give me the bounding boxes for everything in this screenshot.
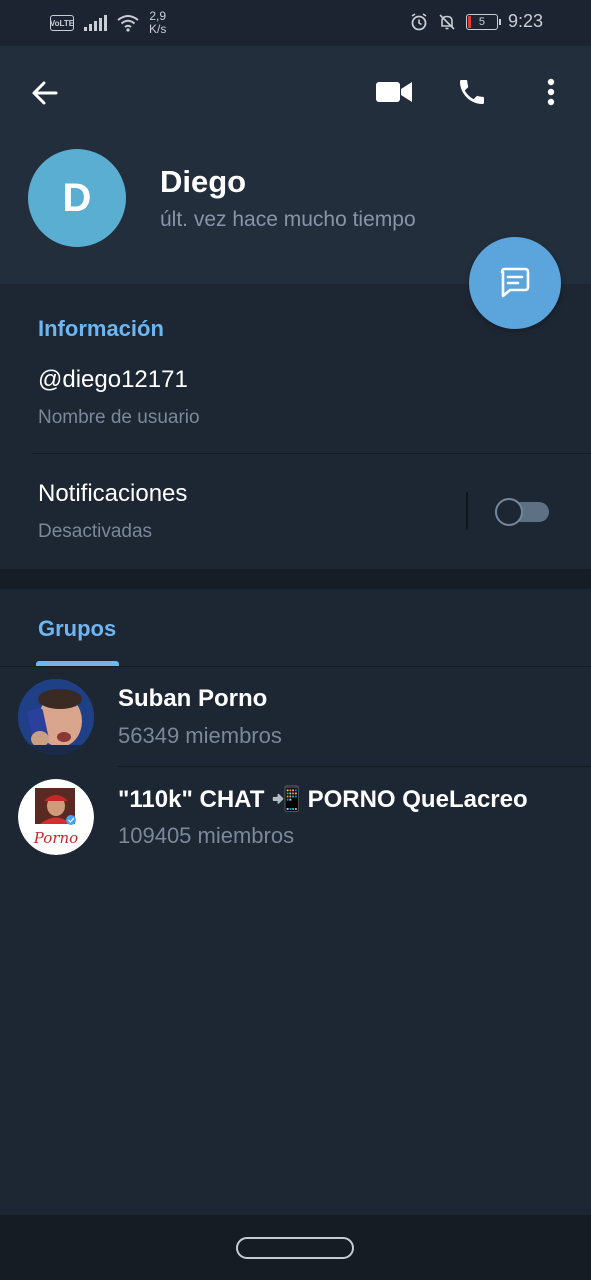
volte-icon: VoLTE xyxy=(50,15,74,31)
status-time: 9:23 xyxy=(507,11,543,31)
status-bar: VoLTE 2,9 K/s 5 9:23 xyxy=(0,0,591,46)
network-speed: 2,9 K/s xyxy=(149,9,167,36)
wifi-icon xyxy=(117,15,139,32)
message-icon xyxy=(500,267,530,298)
alarm-icon xyxy=(411,12,427,30)
notifications-toggle[interactable] xyxy=(495,498,551,526)
contact-name: Diego xyxy=(160,164,247,199)
signal-icon xyxy=(84,15,107,31)
group-name: "110k" CHAT 📲 PORNO QueLacreo xyxy=(118,786,528,813)
send-message-button[interactable] xyxy=(469,237,561,329)
voice-call-button[interactable] xyxy=(448,68,496,116)
group-members: 109405 miembros xyxy=(118,823,295,848)
group-avatar xyxy=(18,679,94,755)
video-call-button[interactable] xyxy=(370,68,418,116)
more-vertical-icon xyxy=(547,78,555,106)
username-value: @diego12171 xyxy=(38,366,188,393)
mute-bell-icon xyxy=(439,13,455,30)
back-button[interactable] xyxy=(21,69,69,117)
group-members: 56349 miembros xyxy=(118,723,282,748)
arrow-left-icon xyxy=(32,81,58,105)
avatar-letter: D xyxy=(62,175,92,220)
tab-groups[interactable]: Grupos xyxy=(38,616,116,642)
group-avatar: Porno xyxy=(18,779,94,855)
phone-icon xyxy=(460,80,484,104)
list-item[interactable]: Porno "110k" CHAT 📲 PORNO QueLacreo 1094… xyxy=(0,767,591,867)
username-label: Nombre de usuario xyxy=(38,407,200,428)
group-avatar-caption: Porno xyxy=(33,829,79,847)
last-seen-status: últ. vez hace mucho tiempo xyxy=(160,208,416,231)
info-section: Información @diego12171 Nombre de usuari… xyxy=(0,285,591,569)
video-camera-icon xyxy=(376,82,412,102)
section-gap xyxy=(0,569,591,589)
notifications-status: Desactivadas xyxy=(38,521,153,542)
notifications-title: Notificaciones xyxy=(38,480,188,507)
more-options-button[interactable] xyxy=(527,68,575,116)
home-gesture-bar[interactable] xyxy=(236,1237,354,1259)
battery-icon: 5 xyxy=(465,13,501,30)
list-item[interactable]: Suban Porno 56349 miembros xyxy=(0,667,591,767)
avatar[interactable]: D xyxy=(28,149,126,247)
divider xyxy=(32,453,591,454)
group-name: Suban Porno xyxy=(118,685,268,712)
vertical-separator xyxy=(466,492,468,530)
groups-section: Grupos Suban Porno 56349 miembros Porno … xyxy=(0,589,591,1215)
navigation-bar xyxy=(0,1215,591,1280)
info-section-title: Información xyxy=(38,316,164,341)
